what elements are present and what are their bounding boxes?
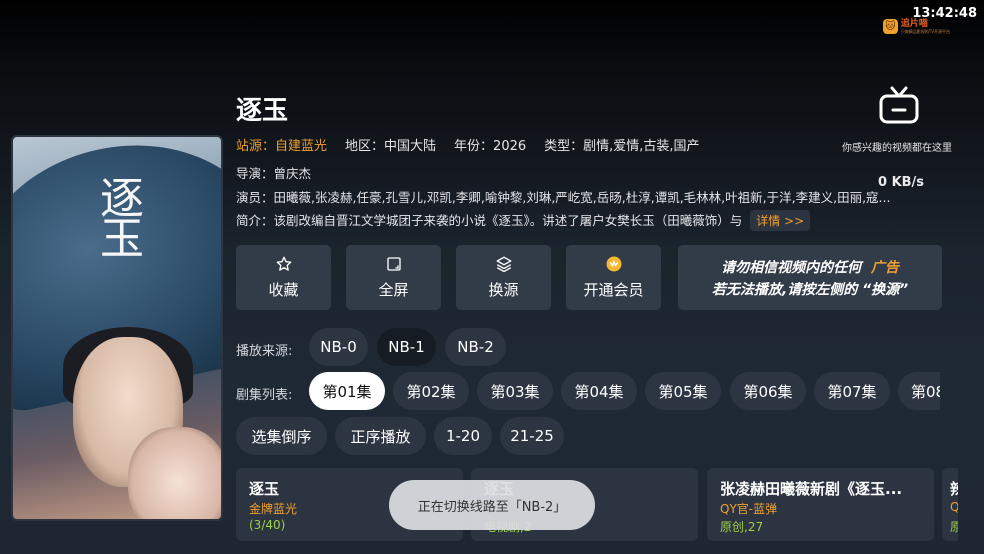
switch-source-button[interactable]: 换源 <box>456 245 551 310</box>
director: 导演：曾庆杰 <box>236 166 312 181</box>
reverse-order-button[interactable]: 选集倒序 <box>236 417 327 455</box>
cat-logo-icon: 🐱 <box>882 19 898 34</box>
forward-play-button[interactable]: 正序播放 <box>335 417 426 455</box>
poster-figure-female <box>128 427 221 519</box>
meta-row: 站源：自建蓝光 地区：中国大陆 年份：2026 类型：剧情,爱情,古装,国产 <box>236 135 700 154</box>
vip-button[interactable]: 开通会员 <box>566 245 661 310</box>
source-label: 播放来源: <box>236 344 293 359</box>
related-card[interactable]: 辣 Q 原 <box>942 468 958 541</box>
ad-warning-line1: 请勿相信视频内的任何 <box>721 259 862 276</box>
network-speed: 0 KB/s <box>878 175 925 190</box>
vip-coin-icon <box>605 255 623 273</box>
episode-chip[interactable]: 第07集 <box>814 372 890 410</box>
fullscreen-icon <box>385 255 403 273</box>
episode-chip[interactable]: 第03集 <box>477 372 553 410</box>
poster-image[interactable]: 逐玉 <box>11 135 223 521</box>
brand-tagline: 只做精品影视的TV开源平台 <box>900 29 950 34</box>
star-icon <box>275 255 293 273</box>
brand-logo: 🐱 追片喵 只做精品影视的TV开源平台 <box>882 19 950 34</box>
tv-icon[interactable] <box>879 86 919 126</box>
episode-chip[interactable]: 第04集 <box>561 372 637 410</box>
episode-chip[interactable]: 第05集 <box>645 372 721 410</box>
episode-label: 剧集列表: <box>236 388 293 403</box>
poster-calligraphy-title: 逐玉 <box>92 175 143 255</box>
tv-caption: 你感兴趣的视频都在这里 <box>842 143 952 154</box>
episode-chip[interactable]: 第08集 <box>898 372 940 410</box>
episode-range-1-20[interactable]: 1-20 <box>434 417 492 455</box>
ad-warning-highlight: 广告 <box>870 259 899 276</box>
episode-chip[interactable]: 第06集 <box>730 372 806 410</box>
details-more-button[interactable]: 详情 >> <box>750 210 811 231</box>
ad-warning-line2: 若无法播放,请按左侧的 “换源” <box>711 281 909 298</box>
switch-line-toast: 正在切换线路至「NB-2」 <box>389 480 595 530</box>
summary: 简介：该剧改编自晋江文学城团子来袭的小说《逐玉》。讲述了屠户女樊长玉（田曦薇饰）… <box>236 213 743 228</box>
source-chip-nb0[interactable]: NB-0 <box>309 328 368 366</box>
episode-chip[interactable]: 第02集 <box>393 372 469 410</box>
episode-chip[interactable]: 第01集 <box>309 372 385 410</box>
ad-warning-banner: 请勿相信视频内的任何 广告 若无法播放,请按左侧的 “换源” <box>678 245 942 310</box>
related-card[interactable]: 张凌赫田曦薇新剧《逐玉... QY官-蓝弹 原创,27 <box>707 468 934 541</box>
site-source: 站源：自建蓝光 <box>236 139 328 154</box>
action-bar: 收藏 全屏 换源 开通会员 <box>236 245 661 310</box>
genre: 类型：剧情,爱情,古装,国产 <box>544 139 700 154</box>
year: 年份：2026 <box>454 139 527 154</box>
summary-row: 简介：该剧改编自晋江文学城团子来袭的小说《逐玉》。讲述了屠户女樊长玉（田曦薇饰）… <box>236 210 876 231</box>
source-chip-nb2[interactable]: NB-2 <box>445 328 506 366</box>
fullscreen-button[interactable]: 全屏 <box>346 245 441 310</box>
source-chip-nb1[interactable]: NB-1 <box>377 328 436 366</box>
brand-name: 追片喵 <box>900 19 928 29</box>
layers-icon <box>495 255 513 273</box>
favorite-button[interactable]: 收藏 <box>236 245 331 310</box>
region: 地区：中国大陆 <box>345 139 437 154</box>
page-title: 逐玉 <box>236 96 289 126</box>
cast: 演员：田曦薇,张凌赫,任豪,孔雪儿,邓凯,李卿,喻钟黎,刘琳,严屹宽,岳旸,杜淳… <box>236 190 891 205</box>
episode-range-21-25[interactable]: 21-25 <box>500 417 564 455</box>
